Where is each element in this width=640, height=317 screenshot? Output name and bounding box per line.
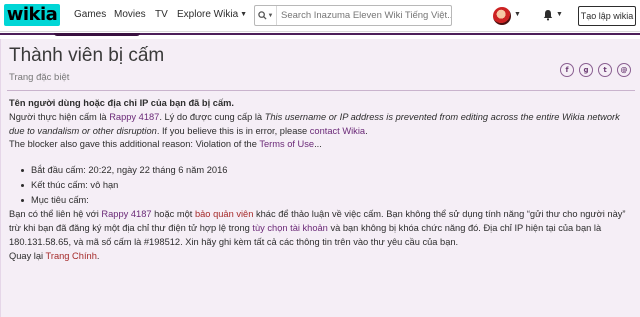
chevron-down-icon: ▼: [240, 11, 248, 18]
page-content-area: Thành viên bị cấm Trang đặc biệt f g t @…: [0, 39, 640, 317]
main-page-link[interactable]: Trang Chính: [46, 251, 97, 261]
text: Bạn có thể liên hệ với: [9, 209, 102, 220]
text: .: [96, 250, 100, 261]
search-box: ▼: [254, 5, 452, 26]
text: The blocker also gave this additional re…: [9, 139, 260, 150]
blocker-user-link[interactable]: Rappy 4187: [109, 112, 159, 122]
text: hoặc một: [151, 209, 195, 220]
list-item: Mục tiêu cấm:: [21, 193, 633, 208]
global-navigation: wikia Games Movies TV Explore Wikia ▼ ▼ …: [0, 0, 640, 32]
wikia-logo[interactable]: wikia: [4, 4, 60, 26]
text: ...: [314, 139, 322, 150]
nav-link-tv[interactable]: TV: [155, 9, 168, 20]
wiki-banner-edge: [54, 33, 140, 36]
chevron-down-icon[interactable]: ▼: [556, 11, 563, 18]
page-title: Thành viên bị cấm: [9, 45, 165, 66]
page-subtitle: Trang đặc biệt: [9, 72, 70, 83]
text: Quay lại: [9, 250, 46, 261]
list-item: Bắt đầu cấm: 20:22, ngày 22 tháng 6 năm …: [21, 163, 633, 178]
twitter-icon[interactable]: t: [598, 63, 612, 77]
facebook-icon[interactable]: f: [560, 63, 574, 77]
text: . Lý do được cung cấp là: [159, 111, 265, 122]
text: .: [365, 125, 368, 136]
search-scope-button[interactable]: ▼: [255, 6, 277, 25]
administrator-link[interactable]: bảo quản viên: [195, 209, 253, 219]
terms-of-use-link[interactable]: Terms of Use: [259, 139, 314, 149]
text: . If you believe this is in error, pleas…: [156, 125, 310, 136]
contact-wikia-link[interactable]: contact Wikia: [310, 126, 365, 136]
chevron-down-icon[interactable]: ▼: [514, 11, 521, 18]
blocker-user-link[interactable]: Rappy 4187: [101, 209, 151, 219]
return-paragraph: Quay lại Trang Chính.: [9, 250, 633, 264]
create-wiki-button[interactable]: Tạo lập wikia: [578, 6, 636, 26]
explore-wikia-menu[interactable]: Explore Wikia ▼: [177, 9, 247, 20]
page-header: Thành viên bị cấm Trang đặc biệt: [9, 45, 164, 83]
email-icon[interactable]: @: [617, 63, 631, 77]
additional-reason: The blocker also gave this additional re…: [9, 138, 633, 152]
list-item: Kết thúc cấm: vô hạn: [21, 178, 633, 193]
text: Người thực hiện cấm là: [9, 111, 110, 122]
nav-link-games[interactable]: Games: [74, 9, 106, 20]
contact-paragraph: Bạn có thể liên hệ với Rappy 4187 hoặc m…: [9, 208, 633, 249]
share-buttons: f g t @: [560, 63, 631, 77]
avatar[interactable]: [493, 7, 511, 25]
search-icon: [257, 11, 267, 20]
search-input[interactable]: [277, 6, 451, 25]
account-preferences-link[interactable]: tùy chọn tài khoản: [252, 223, 327, 233]
block-details-list: Bắt đầu cấm: 20:22, ngày 22 tháng 6 năm …: [9, 163, 633, 208]
bell-icon[interactable]: [542, 9, 554, 21]
google-plus-icon[interactable]: g: [579, 63, 593, 77]
block-heading: Tên người dùng hoặc địa chỉ IP của bạn đ…: [9, 98, 234, 108]
block-reason-paragraph: Người thực hiện cấm là Rappy 4187. Lý do…: [9, 111, 633, 139]
nav-link-movies[interactable]: Movies: [114, 9, 146, 20]
chevron-down-icon: ▼: [267, 12, 274, 19]
explore-wikia-label: Explore Wikia: [177, 9, 239, 20]
header-divider: [7, 90, 635, 91]
block-notice: Tên người dùng hoặc địa chỉ IP của bạn đ…: [9, 97, 633, 263]
